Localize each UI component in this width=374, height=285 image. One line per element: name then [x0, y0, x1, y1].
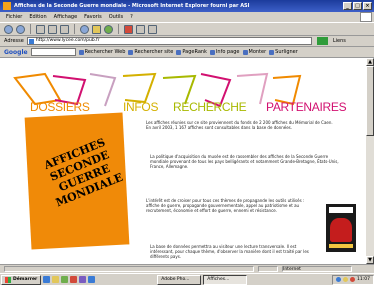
- tray-network-icon[interactable]: [336, 277, 342, 282]
- intro-paragraph: Les affiches réunies sur ce site provien…: [146, 120, 333, 130]
- menu-bar: Fichier Edition Affichage Favoris Outils…: [0, 12, 374, 22]
- policy-paragraph: La politique d'acquisition du musée est …: [150, 154, 339, 169]
- page-favicon-icon: [28, 39, 34, 44]
- google-highlight[interactable]: Surligner: [269, 49, 298, 55]
- menu-tools[interactable]: Outils: [109, 14, 123, 20]
- address-url: http://www.lycee.com/pub.fr: [35, 38, 100, 43]
- poster-thumbnail[interactable]: [326, 204, 356, 252]
- start-button[interactable]: Démarrer: [1, 274, 42, 285]
- search-web-icon: [78, 49, 84, 55]
- go-button[interactable]: [316, 37, 328, 45]
- nav-dossiers[interactable]: DOSSIERS: [30, 100, 90, 114]
- google-search-input[interactable]: [30, 48, 76, 56]
- web-page: DOSSIERS INFOS RECHERCHE PARTENAIRES AFF…: [0, 58, 366, 264]
- thumbnail-header: [329, 207, 353, 213]
- toolbar-separator: [74, 24, 75, 34]
- thumbnail-figure: [330, 218, 352, 242]
- search-site-icon: [128, 49, 134, 55]
- stop-icon[interactable]: [36, 24, 45, 34]
- google-toolbar: Google Rechercher Web Rechercher site Pa…: [0, 47, 374, 58]
- database-paragraph: La base de données permettra au visiteur…: [150, 244, 309, 259]
- highlight-icon: [269, 49, 275, 55]
- google-search-web[interactable]: Rechercher Web: [78, 49, 125, 55]
- quicklaunch-app-icon[interactable]: [61, 276, 69, 283]
- close-button[interactable]: ×: [363, 2, 372, 10]
- tray-antivirus-icon[interactable]: [350, 277, 356, 282]
- search-icon[interactable]: [80, 24, 89, 34]
- back-icon[interactable]: [4, 24, 13, 34]
- quicklaunch-ie-icon[interactable]: [43, 276, 51, 283]
- menu-file[interactable]: Fichier: [6, 14, 22, 20]
- scroll-up-icon[interactable]: ▲: [366, 58, 374, 66]
- status-zone: Internet: [282, 266, 352, 272]
- nav-recherche[interactable]: RECHERCHE: [173, 100, 247, 114]
- task-affiches[interactable]: Affiches...: [203, 274, 248, 285]
- thumbnail-footer: [329, 244, 353, 248]
- google-search-site[interactable]: Rechercher site: [128, 49, 173, 55]
- history-icon[interactable]: [104, 24, 113, 34]
- menu-favorites[interactable]: Favoris: [84, 14, 102, 20]
- forward-icon[interactable]: [16, 24, 25, 34]
- pagerank-icon: [176, 49, 182, 55]
- favorites-icon[interactable]: [92, 24, 101, 34]
- clock: 11:07: [357, 277, 370, 282]
- status-bar: Internet: [0, 264, 374, 273]
- address-label: Adresse: [4, 38, 24, 44]
- links-button[interactable]: Liens: [333, 38, 346, 44]
- google-pagerank[interactable]: PageRank: [176, 49, 207, 55]
- quicklaunch-folder-icon[interactable]: [52, 276, 60, 283]
- minimize-button[interactable]: _: [343, 2, 352, 10]
- system-tray: 11:07: [332, 274, 374, 285]
- maximize-button[interactable]: □: [353, 2, 362, 10]
- google-page-info[interactable]: Info page: [209, 49, 240, 55]
- tray-volume-icon[interactable]: [343, 277, 349, 282]
- quicklaunch-desktop-icon[interactable]: [88, 276, 96, 283]
- toolbar-separator: [30, 24, 31, 34]
- themes-paragraph: L'intérêt est de croiser pour tous ces t…: [146, 198, 305, 213]
- windows-start-icon: [5, 276, 11, 283]
- edit-icon[interactable]: [148, 24, 157, 34]
- browser-window: Affiches de la Seconde Guerre mondiale -…: [0, 0, 374, 285]
- title-bar: Affiches de la Seconde Guerre mondiale -…: [0, 0, 374, 12]
- vertical-scrollbar[interactable]: ▲ ▼: [366, 58, 374, 264]
- google-logo: Google: [4, 48, 28, 56]
- menu-view[interactable]: Affichage: [54, 14, 78, 20]
- refresh-icon[interactable]: [48, 24, 57, 34]
- menu-help[interactable]: ?: [130, 14, 133, 20]
- windows-logo-icon: [360, 12, 372, 22]
- mail-icon[interactable]: [124, 24, 133, 34]
- nav-partenaires[interactable]: PARTENAIRES: [266, 100, 347, 114]
- quicklaunch-outlook-icon[interactable]: [79, 276, 87, 283]
- nav-infos[interactable]: INFOS: [123, 100, 158, 114]
- google-up[interactable]: Monter: [242, 49, 266, 55]
- scroll-down-icon[interactable]: ▼: [366, 256, 374, 264]
- address-bar: Adresse http://www.lycee.com/pub.fr Lien…: [0, 36, 374, 47]
- info-icon: [209, 49, 215, 55]
- print-icon[interactable]: [136, 24, 145, 34]
- menu-edit[interactable]: Edition: [29, 14, 46, 20]
- address-input[interactable]: http://www.lycee.com/pub.fr: [26, 37, 312, 45]
- status-cell: [258, 266, 278, 272]
- quicklaunch-media-icon[interactable]: [70, 276, 78, 283]
- task-adobe[interactable]: Adobe Pho...: [157, 274, 202, 285]
- up-icon: [242, 49, 248, 55]
- window-controls: _ □ ×: [343, 2, 372, 10]
- taskbar: Démarrer Adobe Pho... Affiches... 11:07: [0, 273, 374, 285]
- ie-icon: [3, 2, 11, 10]
- home-icon[interactable]: [60, 24, 69, 34]
- site-nav: DOSSIERS INFOS RECHERCHE PARTENAIRES: [0, 100, 366, 114]
- status-text: [4, 266, 254, 272]
- scroll-thumb[interactable]: [366, 66, 374, 136]
- window-title: Affiches de la Seconde Guerre mondiale -…: [14, 3, 250, 9]
- toolbar-separator: [118, 24, 119, 34]
- toolbar: [0, 22, 374, 36]
